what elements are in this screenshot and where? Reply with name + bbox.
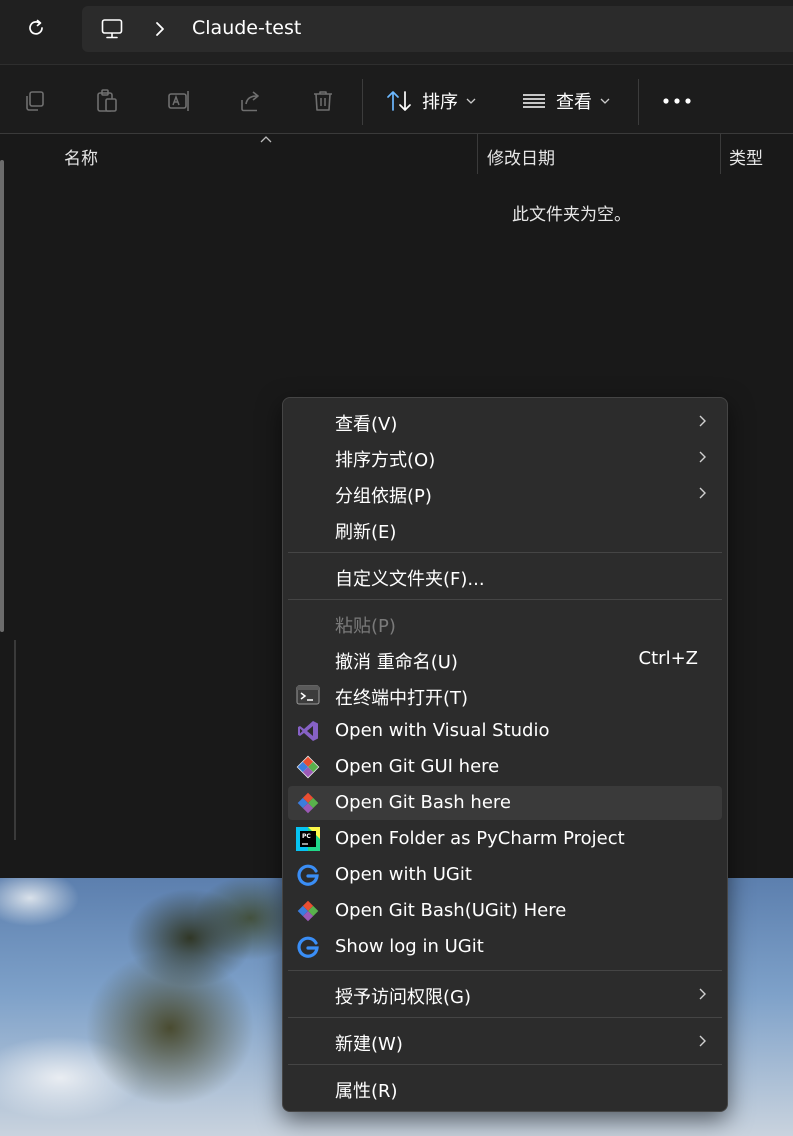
git-icon	[296, 755, 320, 779]
column-divider[interactable]	[720, 134, 721, 174]
menu-item-label: Open with UGit	[335, 864, 472, 885]
column-header-modified[interactable]: 修改日期	[487, 144, 555, 169]
chevron-right-icon	[699, 415, 706, 427]
toolbar-divider	[362, 79, 363, 125]
menu-item-label: Open Git GUI here	[335, 756, 500, 777]
menu-item-refresh[interactable]: 刷新(E)	[288, 512, 722, 546]
menu-item-open-in-terminal[interactable]: 在终端中打开(T)	[288, 678, 722, 712]
menu-separator	[288, 599, 722, 600]
git-icon	[297, 900, 319, 922]
menu-item-label: 查看(V)	[335, 414, 398, 435]
refresh-button[interactable]	[18, 12, 54, 44]
menu-item-open-pycharm[interactable]: PC Open Folder as PyCharm Project	[288, 822, 722, 856]
menu-item-show-log-ugit[interactable]: Show log in UGit	[288, 930, 722, 964]
menu-item-open-git-bash-ugit[interactable]: Open Git Bash(UGit) Here	[288, 894, 722, 928]
menu-item-label: Show log in UGit	[335, 936, 484, 957]
chevron-right-icon	[699, 988, 706, 1000]
empty-folder-message: 此文件夹为空。	[512, 205, 631, 225]
menu-item-label: Open Git Bash(UGit) Here	[335, 900, 567, 921]
view-label: 查看	[556, 92, 592, 113]
menu-item-label: 授予访问权限(G)	[335, 987, 471, 1008]
navigation-pane-edge	[14, 640, 16, 840]
menu-item-label: 属性(R)	[335, 1081, 398, 1102]
menu-item-label: 刷新(E)	[335, 522, 397, 543]
menu-item-customize-folder[interactable]: 自定义文件夹(F)...	[288, 559, 722, 593]
pycharm-icon: PC	[296, 827, 320, 851]
command-bar: 排序 查看	[0, 64, 793, 134]
menu-item-label: 分组依据(P)	[335, 486, 432, 507]
rename-icon[interactable]	[166, 88, 192, 114]
menu-item-label: 粘贴(P)	[335, 616, 396, 637]
menu-item-open-git-bash[interactable]: Open Git Bash here	[288, 786, 722, 820]
menu-item-open-ugit[interactable]: Open with UGit	[288, 858, 722, 892]
chevron-right-icon	[699, 451, 706, 463]
menu-item-label: Open Git Bash here	[335, 792, 511, 813]
view-lines-icon	[523, 94, 545, 108]
menu-item-paste: 粘贴(P)	[288, 606, 722, 640]
chevron-down-icon	[600, 98, 610, 104]
column-divider[interactable]	[477, 134, 478, 174]
refresh-icon	[29, 19, 43, 35]
toolbar-divider	[638, 79, 639, 125]
terminal-icon	[296, 685, 320, 705]
menu-separator	[288, 552, 722, 553]
git-icon	[297, 792, 319, 814]
menu-item-open-git-gui[interactable]: Open Git GUI here	[288, 750, 722, 784]
chevron-right-icon	[699, 1035, 706, 1047]
menu-separator	[288, 970, 722, 971]
breadcrumb-current-folder[interactable]: Claude-test	[192, 17, 301, 39]
visual-studio-icon	[298, 721, 318, 741]
address-toolbar: Claude-test	[0, 0, 793, 64]
chevron-down-icon	[466, 98, 476, 104]
paste-icon[interactable]	[94, 88, 120, 114]
menu-item-label: Open with Visual Studio	[335, 720, 550, 741]
navigation-pane-scrollbar[interactable]	[0, 160, 4, 632]
menu-item-label: 自定义文件夹(F)...	[335, 569, 485, 590]
view-button[interactable]: 查看	[522, 87, 610, 115]
chevron-right-icon	[699, 487, 706, 499]
column-header-type[interactable]: 类型	[729, 144, 763, 169]
menu-item-label: 撤消 重命名(U)	[335, 652, 458, 673]
menu-item-properties[interactable]: 属性(R)	[288, 1071, 722, 1105]
chevron-right-icon[interactable]	[152, 20, 168, 38]
sort-button[interactable]: 排序	[386, 87, 476, 115]
menu-item-give-access[interactable]: 授予访问权限(G)	[288, 977, 722, 1011]
menu-item-view[interactable]: 查看(V)	[288, 404, 722, 438]
menu-separator	[288, 1017, 722, 1018]
menu-item-shortcut: Ctrl+Z	[638, 648, 698, 669]
ugit-icon	[297, 936, 319, 958]
menu-separator	[288, 1064, 722, 1065]
sort-label: 排序	[422, 92, 458, 113]
menu-item-open-visual-studio[interactable]: Open with Visual Studio	[288, 714, 722, 748]
copy-icon[interactable]	[22, 88, 48, 114]
sort-ascending-caret-icon	[260, 136, 272, 143]
sort-icon	[387, 91, 411, 111]
menu-item-label: 排序方式(O)	[335, 450, 436, 471]
menu-item-new[interactable]: 新建(W)	[288, 1024, 722, 1058]
delete-icon[interactable]	[310, 88, 336, 114]
menu-item-undo-rename[interactable]: 撤消 重命名(U) Ctrl+Z	[288, 642, 722, 676]
ugit-icon	[297, 864, 319, 886]
menu-item-label: 在终端中打开(T)	[335, 688, 469, 709]
more-icon[interactable]	[660, 93, 694, 109]
share-icon[interactable]	[238, 88, 264, 114]
this-pc-icon	[101, 19, 123, 39]
svg-text:PC: PC	[302, 833, 311, 840]
menu-item-label: Open Folder as PyCharm Project	[335, 828, 625, 849]
column-header-name[interactable]: 名称	[64, 144, 98, 169]
menu-item-group-by[interactable]: 分组依据(P)	[288, 476, 722, 510]
column-headers: 名称 修改日期 类型	[0, 134, 793, 174]
menu-item-sort-by[interactable]: 排序方式(O)	[288, 440, 722, 474]
context-menu: 查看(V) 排序方式(O) 分组依据(P) 刷新(E) 自定义文件夹(F)...…	[282, 397, 728, 1112]
address-bar[interactable]: Claude-test	[82, 6, 793, 52]
menu-item-label: 新建(W)	[335, 1034, 403, 1055]
